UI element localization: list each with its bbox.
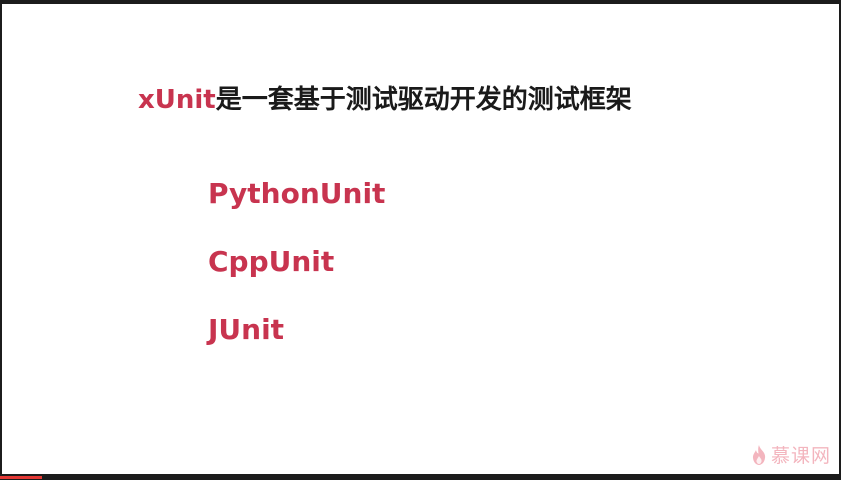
- watermark-text: 慕课网: [770, 445, 831, 467]
- progress-fill: [0, 476, 43, 479]
- framework-item-cppunit: CppUnit: [208, 245, 335, 278]
- slide: xUnit是一套基于测试驱动开发的测试框架 PythonUnit CppUnit…: [2, 4, 839, 474]
- framework-list: PythonUnit CppUnit JUnit: [208, 174, 385, 378]
- watermark: 慕课网: [751, 441, 831, 468]
- slide-title: xUnit是一套基于测试驱动开发的测试框架: [138, 80, 632, 120]
- flame-icon: [752, 444, 766, 465]
- title-accent: xUnit: [138, 85, 216, 115]
- title-rest: 是一套基于测试驱动开发的测试框架: [215, 85, 632, 115]
- framework-item-junit: JUnit: [208, 313, 285, 346]
- progress-bar[interactable]: [0, 474, 841, 480]
- framework-item-pythonunit: PythonUnit: [208, 177, 386, 210]
- video-frame: xUnit是一套基于测试驱动开发的测试框架 PythonUnit CppUnit…: [0, 0, 841, 480]
